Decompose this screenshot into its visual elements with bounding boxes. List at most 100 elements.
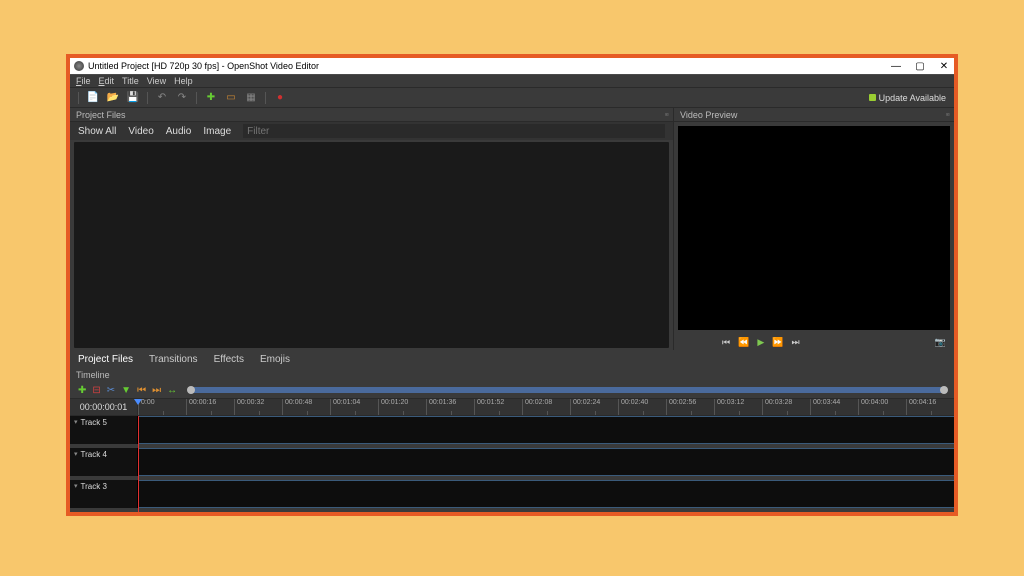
fullscreen-icon[interactable]: ▦ bbox=[245, 92, 257, 104]
project-files-filter-row: Show All Video Audio Image bbox=[70, 122, 673, 140]
filter-image[interactable]: Image bbox=[203, 126, 231, 137]
track-header[interactable]: ▾Track 4 bbox=[70, 448, 138, 476]
chevron-down-icon[interactable]: ▾ bbox=[74, 450, 78, 458]
menubar: File Edit Title View Help bbox=[70, 74, 954, 88]
project-files-panel: Project Files ▫▫▫ Show All Video Audio I… bbox=[70, 108, 674, 350]
redo-icon[interactable]: ↷ bbox=[176, 92, 188, 104]
main-toolbar: 📄 📂 💾 ↶ ↷ ✚ ▭ ▦ ● Update Available bbox=[70, 88, 954, 108]
razor-icon[interactable]: ✂ bbox=[107, 385, 115, 396]
video-preview-area[interactable] bbox=[678, 126, 950, 330]
track-row[interactable]: ▾Track 4 bbox=[70, 448, 954, 476]
ruler-tick: 00:02:56 bbox=[666, 399, 714, 415]
titlebar: Untitled Project [HD 720p 30 fps] - Open… bbox=[70, 58, 954, 74]
app-window: Untitled Project [HD 720p 30 fps] - Open… bbox=[70, 58, 954, 512]
chevron-down-icon[interactable]: ▾ bbox=[74, 482, 78, 490]
track-body[interactable] bbox=[138, 448, 954, 476]
ruler-tick: 00:03:44 bbox=[810, 399, 858, 415]
ruler-tick: 00:00:16 bbox=[186, 399, 234, 415]
timeline-header: Timeline bbox=[70, 368, 954, 382]
update-available-notice[interactable]: Update Available bbox=[869, 93, 946, 103]
app-icon bbox=[74, 61, 84, 71]
screenshot-frame: Untitled Project [HD 720p 30 fps] - Open… bbox=[66, 54, 958, 516]
filter-input[interactable] bbox=[243, 124, 665, 138]
ruler-tick: 00:03:28 bbox=[762, 399, 810, 415]
menu-edit[interactable]: Edit bbox=[99, 76, 115, 86]
chevron-down-icon[interactable]: ▾ bbox=[74, 418, 78, 426]
panel-dock-controls[interactable]: ▫▫▫ bbox=[664, 110, 667, 119]
forward-icon[interactable]: ⏩ bbox=[772, 337, 783, 348]
maximize-button[interactable]: ▢ bbox=[914, 61, 926, 72]
separator bbox=[78, 92, 79, 104]
window-title: Untitled Project [HD 720p 30 fps] - Open… bbox=[88, 61, 890, 71]
timeline-ruler[interactable]: 0:0000:00:1600:00:3200:00:4800:01:0400:0… bbox=[138, 399, 954, 415]
bottom-tabs: Project Files Transitions Effects Emojis bbox=[70, 350, 954, 368]
track-row[interactable]: ▾Track 5 bbox=[70, 416, 954, 444]
tab-emojis[interactable]: Emojis bbox=[260, 354, 290, 365]
ruler-tick: 00:01:20 bbox=[378, 399, 426, 415]
ruler-tick: 00:01:52 bbox=[474, 399, 522, 415]
play-icon[interactable]: ▶ bbox=[757, 337, 764, 348]
ruler-tick: 00:02:08 bbox=[522, 399, 570, 415]
jump-end-icon[interactable]: ⏭ bbox=[791, 337, 799, 348]
separator bbox=[265, 92, 266, 104]
update-label: Update Available bbox=[879, 93, 946, 103]
window-buttons: — ▢ ✕ bbox=[890, 61, 950, 72]
minimize-button[interactable]: — bbox=[890, 61, 902, 72]
prev-marker-icon[interactable]: ⏮ bbox=[137, 385, 146, 396]
filter-video[interactable]: Video bbox=[128, 126, 153, 137]
add-track-icon[interactable]: ✚ bbox=[78, 385, 86, 396]
track-header[interactable]: ▾Track 3 bbox=[70, 480, 138, 508]
timeline-toolbar: ✚ ⊟ ✂ ▼ ⏮ ⏭ ↔ bbox=[70, 382, 954, 398]
tab-effects[interactable]: Effects bbox=[214, 354, 244, 365]
track-body[interactable] bbox=[138, 416, 954, 444]
project-files-header: Project Files ▫▫▫ bbox=[70, 108, 673, 122]
track-row[interactable]: ▾Track 3 bbox=[70, 480, 954, 508]
update-dot-icon bbox=[869, 94, 876, 101]
marker-icon[interactable]: ▼ bbox=[121, 385, 131, 396]
snapshot-icon[interactable]: 📷 bbox=[935, 337, 946, 348]
undo-icon[interactable]: ↶ bbox=[156, 92, 168, 104]
tab-project-files[interactable]: Project Files bbox=[78, 354, 133, 365]
ruler-tick: 00:04:00 bbox=[858, 399, 906, 415]
center-playhead-icon[interactable]: ↔ bbox=[167, 385, 177, 396]
tab-transitions[interactable]: Transitions bbox=[149, 354, 198, 365]
filter-audio[interactable]: Audio bbox=[166, 126, 192, 137]
save-project-icon[interactable]: 💾 bbox=[127, 92, 139, 104]
playhead-line bbox=[138, 416, 139, 512]
menu-help[interactable]: Help bbox=[174, 76, 193, 86]
next-marker-icon[interactable]: ⏭ bbox=[152, 385, 161, 396]
separator bbox=[196, 92, 197, 104]
middle-area: Project Files ▫▫▫ Show All Video Audio I… bbox=[70, 108, 954, 350]
preview-controls: ⏮ ⏪ ▶ ⏩ ⏭ 📷 bbox=[674, 334, 954, 350]
zoom-slider[interactable] bbox=[189, 387, 946, 393]
filter-show-all[interactable]: Show All bbox=[78, 126, 116, 137]
timecode-display[interactable]: 00:00:00:01 bbox=[70, 399, 138, 415]
import-files-icon[interactable]: ✚ bbox=[205, 92, 217, 104]
project-files-area[interactable] bbox=[74, 142, 669, 348]
separator bbox=[147, 92, 148, 104]
export-icon[interactable]: ● bbox=[274, 92, 286, 104]
video-preview-panel: Video Preview ▫▫▫ ⏮ ⏪ ▶ ⏩ ⏭ 📷 bbox=[674, 108, 954, 350]
rewind-icon[interactable]: ⏪ bbox=[738, 337, 749, 348]
ruler-tick: 00:01:04 bbox=[330, 399, 378, 415]
ruler-tick: 00:03:12 bbox=[714, 399, 762, 415]
jump-start-icon[interactable]: ⏮ bbox=[722, 337, 730, 348]
panel-dock-controls[interactable]: ▫▫▫ bbox=[945, 110, 948, 119]
new-project-icon[interactable]: 📄 bbox=[87, 92, 99, 104]
menu-file[interactable]: File bbox=[76, 76, 91, 86]
playhead-marker-icon[interactable] bbox=[134, 399, 142, 405]
ruler-tick: 00:02:40 bbox=[618, 399, 666, 415]
project-files-title: Project Files bbox=[76, 110, 126, 120]
profile-icon[interactable]: ▭ bbox=[225, 92, 237, 104]
video-preview-header: Video Preview ▫▫▫ bbox=[674, 108, 954, 122]
open-project-icon[interactable]: 📂 bbox=[107, 92, 119, 104]
track-header[interactable]: ▾Track 5 bbox=[70, 416, 138, 444]
timeline-title: Timeline bbox=[76, 370, 110, 380]
menu-view[interactable]: View bbox=[147, 76, 166, 86]
timeline-panel: Timeline ✚ ⊟ ✂ ▼ ⏮ ⏭ ↔ 00:00:00:01 0:000… bbox=[70, 368, 954, 512]
close-button[interactable]: ✕ bbox=[938, 61, 950, 72]
track-body[interactable] bbox=[138, 480, 954, 508]
menu-title[interactable]: Title bbox=[122, 76, 139, 86]
track-label: Track 5 bbox=[81, 418, 107, 427]
snap-icon[interactable]: ⊟ bbox=[92, 385, 100, 396]
